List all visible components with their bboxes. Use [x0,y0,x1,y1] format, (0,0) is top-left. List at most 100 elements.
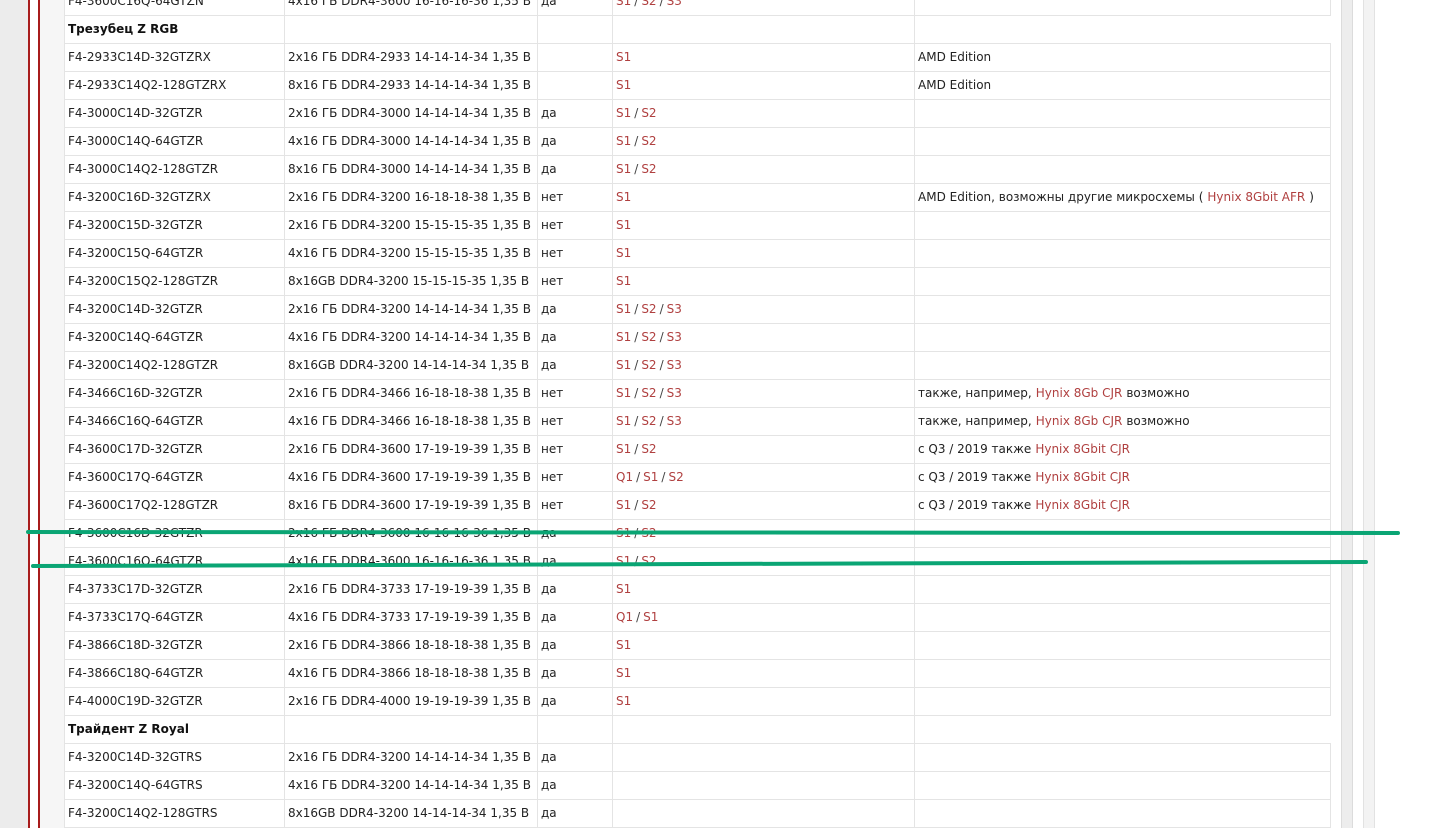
chip-link[interactable]: Hynix 8Gbit AFR [1207,190,1305,204]
source-link[interactable]: S1 [643,610,658,624]
note-cell [914,799,1331,828]
xmp-cell: да [537,351,613,380]
xmp-cell: да [537,323,613,352]
spec-cell: 4x16 ГБ DDR4-3600 16-16-16-36 1,35 В [284,0,538,16]
chip-link[interactable]: Hynix 8Gbit CJR [1035,498,1130,512]
source-link[interactable]: S2 [641,442,656,456]
table-row: F4-3600C17D-32GTZR 2x16 ГБ DDR4-3600 17-1… [64,435,1331,464]
source-link[interactable]: S2 [641,106,656,120]
note-text-after: ) [1309,190,1314,204]
link-separator: / [634,442,639,456]
source-link[interactable]: S2 [641,330,656,344]
note-cell [914,351,1331,380]
model-cell: F4-3200C15D-32GTZR [64,211,285,240]
source-link[interactable]: S2 [668,470,683,484]
spec-cell: 4x16 ГБ DDR4-3600 17-19-19-39 1,35 В [284,463,538,492]
spec-cell: 2x16 ГБ DDR4-3000 14-14-14-34 1,35 В [284,99,538,128]
model-cell: F4-2933C14D-32GTZRX [64,43,285,72]
source-link[interactable]: S1 [616,190,631,204]
source-link[interactable]: S1 [616,694,631,708]
source-link[interactable]: S1 [616,218,631,232]
source-link[interactable]: S1 [616,50,631,64]
model-cell: F4-3600C16Q-64GTZR [64,547,285,576]
source-link[interactable]: S1 [616,0,631,8]
source-link[interactable]: S3 [667,0,682,8]
source-link[interactable]: S2 [641,0,656,8]
source-link[interactable]: S1 [616,582,631,596]
source-link[interactable]: S1 [616,498,631,512]
xmp-cell [537,71,613,100]
source-link[interactable]: S1 [643,470,658,484]
source-link[interactable]: S1 [616,442,631,456]
spec-cell: 4x16 ГБ DDR4-3733 17-19-19-39 1,35 В [284,603,538,632]
spec-cell: 2x16 ГБ DDR4-3200 16-18-18-38 1,35 В [284,183,538,212]
note-cell [914,659,1331,688]
source-link[interactable]: S1 [616,106,631,120]
chip-link[interactable]: Hynix 8Gbit CJR [1035,470,1130,484]
model-cell: F4-3600C17D-32GTZR [64,435,285,464]
links-cell [612,771,915,800]
source-link[interactable]: S2 [641,358,656,372]
source-link[interactable]: S2 [641,386,656,400]
source-link[interactable]: S3 [667,302,682,316]
chip-link[interactable]: Hynix 8Gbit CJR [1035,442,1130,456]
note-cell [914,575,1331,604]
source-link[interactable]: S1 [616,162,631,176]
source-link[interactable]: S1 [616,246,631,260]
source-link[interactable]: S2 [641,414,656,428]
source-link[interactable]: S2 [641,134,656,148]
source-link[interactable]: S2 [641,162,656,176]
xmp-cell: нет [537,183,613,212]
xmp-cell: да [537,99,613,128]
spec-cell: 2x16 ГБ DDR4-3866 18-18-18-38 1,35 В [284,631,538,660]
link-separator: / [634,386,639,400]
note-cell: AMD Edition [914,71,1331,100]
source-link[interactable]: S1 [616,666,631,680]
source-link[interactable]: S2 [641,498,656,512]
source-link[interactable]: S3 [667,414,682,428]
source-link[interactable]: S1 [616,274,631,288]
note-text: с Q3 / 2019 также [918,442,1032,456]
empty-cell [612,15,915,44]
source-link[interactable]: S2 [641,302,656,316]
source-link[interactable]: S1 [616,414,631,428]
spec-cell: 2x16 ГБ DDR4-4000 19-19-19-39 1,35 В [284,687,538,716]
note-cell: AMD Edition [914,43,1331,72]
source-link[interactable]: S1 [616,330,631,344]
source-link[interactable]: S1 [616,134,631,148]
source-link[interactable]: S3 [667,330,682,344]
table-row: F4-2933C14D-32GTZRX 2x16 ГБ DDR4-2933 14-… [64,43,1331,72]
links-cell: S1/S2/S3 [612,0,915,16]
group-header-row: Трайдент Z Royal [64,715,1331,744]
table-row: F4-3600C17Q2-128GTZR 8x16 ГБ DDR4-3600 17… [64,491,1331,520]
source-link[interactable]: S1 [616,358,631,372]
links-cell: S1/S2/S3 [612,407,915,436]
source-link[interactable]: S3 [667,386,682,400]
table-row: F4-3200C15D-32GTZR 2x16 ГБ DDR4-3200 15-1… [64,211,1331,240]
empty-cell [284,15,538,44]
link-separator: / [634,134,639,148]
scrollbar-track-outer[interactable] [1363,0,1375,828]
note-cell [914,239,1331,268]
source-link[interactable]: S1 [616,302,631,316]
source-link[interactable]: S1 [616,386,631,400]
note-text: также, например, [918,386,1032,400]
note-text-after: возможно [1126,386,1190,400]
table-row: F4-3600C16Q-64GTZN 4x16 ГБ DDR4-3600 16-1… [64,0,1331,16]
spec-cell: 4x16 ГБ DDR4-3866 18-18-18-38 1,35 В [284,659,538,688]
note-cell [914,127,1331,156]
spec-cell: 8x16GB DDR4-3200 14-14-14-34 1,35 В [284,799,538,828]
model-cell: F4-3200C14Q2-128GTZR [64,351,285,380]
scrollbar-track[interactable] [1341,0,1353,828]
chip-link[interactable]: Hynix 8Gb CJR [1036,414,1123,428]
note-cell: с Q3 / 2019 также Hynix 8Gbit CJR [914,491,1331,520]
source-link[interactable]: S3 [667,358,682,372]
source-link[interactable]: Q1 [616,610,633,624]
source-link[interactable]: S1 [616,638,631,652]
source-link[interactable]: S1 [616,78,631,92]
note-cell [914,687,1331,716]
model-cell: F4-3866C18Q-64GTZR [64,659,285,688]
chip-link[interactable]: Hynix 8Gb CJR [1036,386,1123,400]
source-link[interactable]: Q1 [616,470,633,484]
table-row: F4-3733C17Q-64GTZR 4x16 ГБ DDR4-3733 17-1… [64,603,1331,632]
